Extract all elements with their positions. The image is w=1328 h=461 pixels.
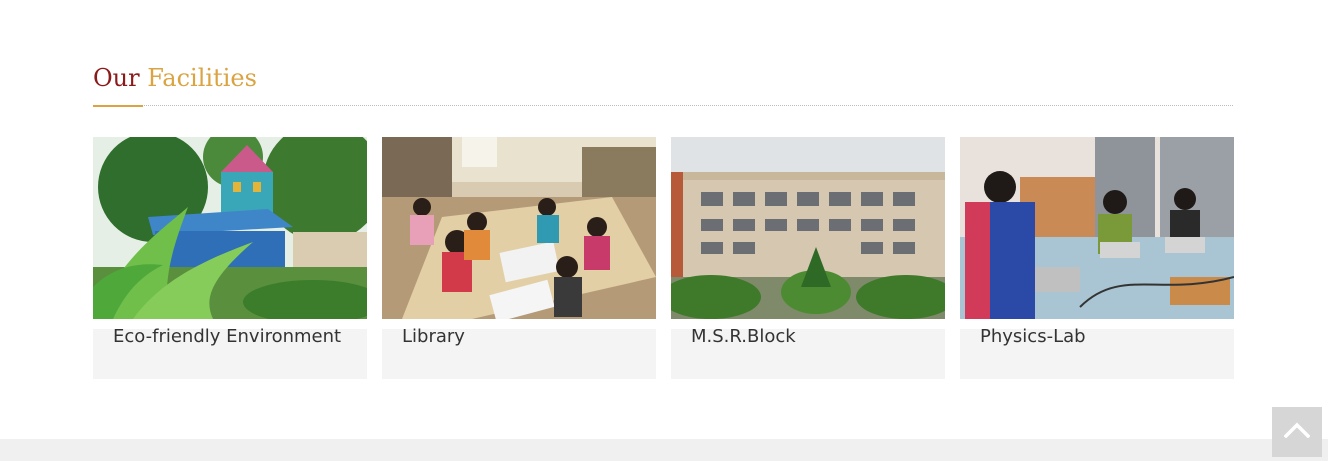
section-title-facilities: Facilities (147, 64, 257, 92)
physics-lab-photo[interactable] (960, 137, 1234, 319)
facility-caption: Library (382, 327, 656, 379)
msr-block-photo[interactable] (671, 137, 945, 319)
facility-card-library[interactable]: Library (382, 137, 656, 379)
chevron-up-icon (1283, 422, 1311, 443)
title-underline (93, 105, 143, 107)
facility-label[interactable]: M.S.R.Block (691, 327, 925, 347)
library-photo[interactable] (382, 137, 656, 319)
facility-card-eco-friendly[interactable]: Eco-friendly Environment (93, 137, 367, 379)
eco-friendly-environment-photo[interactable] (93, 137, 367, 319)
facility-label[interactable]: Physics-Lab (980, 327, 1214, 347)
facility-caption: M.S.R.Block (671, 327, 945, 379)
facilities-list: Eco-friendly Environment Library M.S.R.B… (93, 137, 1234, 379)
facility-label[interactable]: Library (402, 327, 636, 347)
footer-band (0, 439, 1328, 461)
back-to-top-button[interactable] (1272, 407, 1322, 457)
section-title-our: Our (93, 64, 140, 92)
section-title: Our Facilities (93, 60, 257, 96)
facility-label[interactable]: Eco-friendly Environment (113, 327, 347, 347)
facility-caption: Eco-friendly Environment (93, 327, 367, 379)
facility-caption: Physics-Lab (960, 327, 1234, 379)
facility-card-msr-block[interactable]: M.S.R.Block (671, 137, 945, 379)
title-divider (93, 105, 1233, 106)
facility-card-physics-lab[interactable]: Physics-Lab (960, 137, 1234, 379)
